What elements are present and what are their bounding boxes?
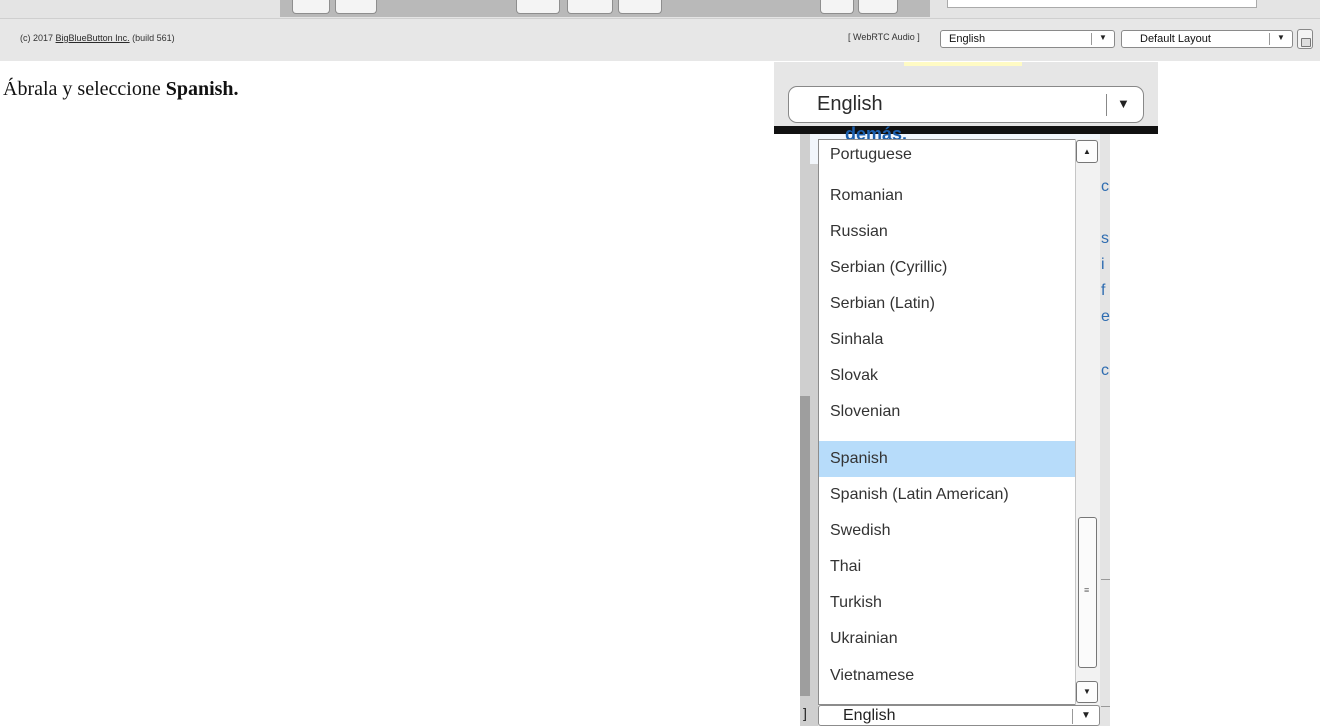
toolbar-strip bbox=[0, 0, 1320, 18]
language-option[interactable]: Turkish bbox=[819, 585, 1077, 621]
language-combobox-zoomed[interactable]: English ▼ bbox=[788, 86, 1144, 123]
chevron-down-icon[interactable]: ▼ bbox=[1117, 96, 1130, 111]
toolbar-button[interactable] bbox=[858, 0, 898, 14]
background-text-fragment: c bbox=[1101, 362, 1109, 379]
language-combobox[interactable]: English ▼ bbox=[940, 30, 1115, 48]
chevron-down-icon[interactable]: ▼ bbox=[1277, 33, 1285, 42]
copyright-text: (c) 2017 BigBlueButton Inc. (build 561) bbox=[20, 33, 175, 43]
layout-value: Default Layout bbox=[1140, 33, 1211, 45]
scrollbar-thumb[interactable]: ≡ bbox=[1078, 517, 1097, 668]
build-number: (build 561) bbox=[132, 33, 175, 43]
combo-separator bbox=[1269, 33, 1270, 45]
language-option[interactable]: Romanian bbox=[819, 178, 1077, 214]
divider-line bbox=[1101, 706, 1110, 707]
bracket-fragment: ] bbox=[803, 705, 807, 721]
language-option[interactable]: Portuguese bbox=[819, 140, 1077, 172]
language-option[interactable]: Serbian (Latin) bbox=[819, 286, 1077, 322]
instruction-text: Ábrala y seleccione Spanish. bbox=[3, 78, 239, 101]
language-value: English bbox=[817, 93, 883, 115]
toolbar-button[interactable] bbox=[292, 0, 330, 14]
chevron-down-icon[interactable]: ▼ bbox=[1099, 33, 1107, 42]
background-text-fragment: c bbox=[1101, 178, 1109, 195]
language-option[interactable]: Spanish (Latin American) bbox=[819, 477, 1077, 513]
language-option-selected[interactable]: Spanish bbox=[819, 441, 1077, 477]
instruction-bold: Spanish. bbox=[165, 78, 239, 100]
language-option[interactable]: Slovak bbox=[819, 358, 1077, 394]
dropdown-scrollbar[interactable]: ▲ ≡ ▼ bbox=[1075, 139, 1100, 705]
language-option[interactable]: Serbian (Cyrillic) bbox=[819, 250, 1077, 286]
status-bar: (c) 2017 BigBlueButton Inc. (build 561) … bbox=[0, 18, 1320, 61]
language-option[interactable]: Russian bbox=[819, 214, 1077, 250]
combo-separator bbox=[1106, 94, 1107, 116]
background-text-fragment: s bbox=[1101, 230, 1109, 247]
language-value: English bbox=[949, 33, 986, 45]
toolbar-button[interactable] bbox=[820, 0, 854, 14]
layout-combobox[interactable]: Default Layout ▼ bbox=[1121, 30, 1293, 48]
chat-input[interactable] bbox=[947, 0, 1257, 8]
combo-separator bbox=[1091, 33, 1092, 45]
background-text-fragment: f bbox=[1101, 282, 1106, 299]
tooltip-edge bbox=[904, 62, 1022, 66]
instruction-main: Ábrala y seleccione bbox=[3, 78, 161, 100]
language-value: English bbox=[843, 707, 896, 724]
toolbar-button[interactable] bbox=[516, 0, 560, 14]
zoomed-combobox-panel: English ▼ bbox=[774, 62, 1158, 134]
copyright-prefix: (c) 2017 bbox=[20, 33, 54, 43]
language-option[interactable]: Ukrainian bbox=[819, 621, 1077, 657]
divider-line bbox=[1101, 579, 1110, 580]
background-text-fragment: i bbox=[1101, 256, 1105, 273]
language-option[interactable]: Thai bbox=[819, 549, 1077, 585]
crop-divider bbox=[774, 126, 1158, 134]
language-option[interactable]: Slovenian bbox=[819, 394, 1077, 430]
language-option[interactable]: Vietnamese bbox=[819, 658, 1077, 694]
company-link[interactable]: BigBlueButton Inc. bbox=[56, 33, 130, 43]
toolbar-button[interactable] bbox=[567, 0, 613, 14]
language-dropdown-list[interactable]: Portuguese Romanian Russian Serbian (Cyr… bbox=[818, 139, 1100, 705]
scroll-up-arrow-icon[interactable]: ▲ bbox=[1076, 140, 1098, 163]
language-option[interactable]: Swedish bbox=[819, 513, 1077, 549]
toolbar-button[interactable] bbox=[618, 0, 662, 14]
grip-icon: ≡ bbox=[1084, 585, 1090, 595]
language-option[interactable]: Sinhala bbox=[819, 322, 1077, 358]
background-text-fragment: e bbox=[1101, 308, 1110, 325]
toolbar-button[interactable] bbox=[335, 0, 377, 14]
language-combobox-bottom[interactable]: English ▼ bbox=[818, 705, 1100, 726]
scroll-down-arrow-icon[interactable]: ▼ bbox=[1076, 681, 1098, 703]
lock-icon[interactable] bbox=[1297, 29, 1313, 49]
chevron-down-icon[interactable]: ▼ bbox=[1081, 710, 1091, 721]
side-panel-shadow bbox=[800, 396, 810, 696]
audio-label: [ WebRTC Audio ] bbox=[848, 32, 920, 42]
combo-separator bbox=[1072, 709, 1073, 724]
